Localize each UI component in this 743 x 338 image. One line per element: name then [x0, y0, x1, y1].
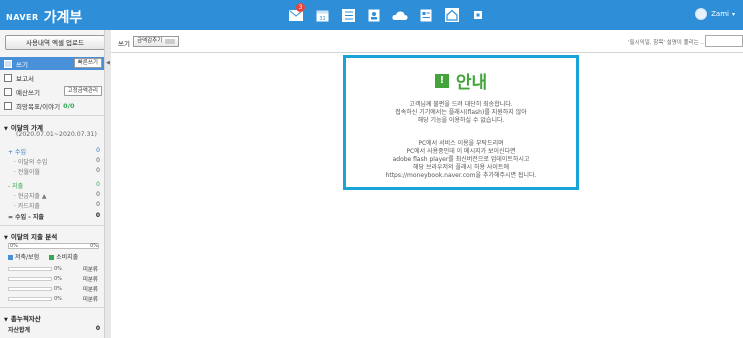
exclamation-icon: !	[434, 73, 449, 88]
sidebar: 사용내역 엑셀 업로드 쓰기 빠른쓰기 보고서 예산쓰기 고정금액관리 희망목표…	[0, 30, 111, 338]
hide-amount-button[interactable]: 금액감추기	[133, 36, 180, 47]
row-income: + 수입 0	[8, 147, 100, 156]
sidebar-item-budget[interactable]: 예산쓰기 고정금액관리	[0, 85, 104, 98]
chevron-down-icon: ▾	[731, 10, 735, 18]
divider	[0, 225, 104, 226]
notice-title: 안내	[455, 73, 488, 93]
mail-icon[interactable]: 3	[283, 3, 309, 24]
excel-upload-button[interactable]: 사용내역 엑셀 업로드	[5, 35, 105, 50]
quick-write-button[interactable]: 빠른쓰기	[73, 58, 102, 68]
user-menu[interactable]: Zami ▾	[695, 8, 735, 20]
triangle-down-icon: ▼	[4, 317, 8, 323]
notice-header: ! 안내	[346, 68, 576, 93]
mail-badge: 3	[296, 3, 305, 12]
pencil-icon	[4, 59, 12, 68]
divider	[0, 115, 104, 116]
legend-swatch	[49, 255, 55, 260]
triangle-down-icon: ▼	[4, 126, 8, 132]
search-input[interactable]	[705, 35, 743, 47]
budget-icon	[4, 87, 12, 96]
content-toolbar: 쓰기 금액감추기 '필시익일, 항목' 설명이 풀리는 ..	[111, 30, 743, 53]
row-balance: = 수입 - 지출 0	[8, 212, 100, 221]
sidebar-item-label: 보고서	[16, 74, 34, 83]
search-hint: '필시익일, 항목' 설명이 풀리는 ..	[628, 40, 704, 46]
cloud-icon[interactable]	[387, 6, 413, 24]
top-bar: NAVER 가계부 3 31 Zami ▾	[0, 0, 743, 30]
row-card-expense: · 카드지출 0	[14, 201, 100, 210]
progress-labels: 0% 0%	[10, 243, 98, 249]
sidebar-item-label: 예산쓰기	[16, 88, 40, 97]
category-row: 0% 미분류	[8, 295, 98, 303]
divider	[0, 307, 104, 308]
toolbar-label: 쓰기	[118, 40, 130, 48]
row-cash-expense: · 현금지출 ▲ 0	[14, 191, 100, 200]
spending-legend: 저축/보험 소비지출	[8, 252, 78, 261]
goal-count: 0/0	[63, 101, 75, 110]
sidebar-item-write[interactable]: 쓰기 빠른쓰기	[0, 57, 104, 70]
monthly-period: (2020.07.01~2020.07.31)	[16, 131, 97, 138]
report-icon	[4, 73, 12, 82]
calendar-icon[interactable]: 31	[309, 6, 335, 24]
naver-logo[interactable]: NAVER	[6, 13, 39, 22]
row-month-income: · 이달의 수입 0	[14, 157, 100, 166]
goal-icon	[4, 101, 12, 110]
list-icon[interactable]	[335, 6, 361, 24]
assets-section-title[interactable]: ▼ 총누적자산	[4, 313, 41, 323]
svg-text:31: 31	[319, 16, 325, 22]
sidebar-item-report[interactable]: 보고서	[0, 71, 104, 84]
toggle-icon	[165, 39, 176, 44]
analysis-section-title[interactable]: ▼ 이달의 지출 분석	[4, 231, 57, 241]
flash-notice: ! 안내 고객님께 불편을 드려 대단히 죄송합니다. 접속하신 기기에서는 플…	[343, 55, 579, 190]
row-assets-total: 자산합계 0	[8, 325, 100, 334]
row-carryover: · 전월이월 0	[14, 167, 100, 176]
legend-savings: 저축/보험	[8, 252, 39, 261]
brand[interactable]: NAVER 가계부	[6, 7, 82, 27]
sidebar-item-label: 희망목표/이야기	[16, 102, 61, 111]
fixed-amount-button[interactable]: 고정금액관리	[63, 86, 102, 96]
triangle-down-icon: ▼	[4, 235, 8, 241]
notice-paragraph-2: PC에서 서비스 이용을 부탁드리며 PC에서 사용중인데 이 메시지가 보이신…	[385, 140, 537, 179]
category-row: 0% 미분류	[8, 275, 98, 283]
row-expense: - 지출 0	[8, 181, 100, 190]
chevron-left-icon: ◀	[106, 60, 110, 66]
legend-swatch	[8, 255, 13, 260]
sidebar-item-label: 쓰기	[16, 60, 28, 69]
square-app-icon[interactable]	[465, 6, 491, 24]
app-title[interactable]: 가계부	[44, 7, 83, 27]
notice-paragraph-1: 고객님께 불편을 드려 대단히 죄송합니다. 접속하신 기기에서는 플래시(fl…	[395, 101, 527, 124]
memo-icon[interactable]	[413, 6, 439, 24]
contact-book-icon[interactable]	[361, 6, 387, 24]
moneybook-link[interactable]: https://moneybook.naver.com	[386, 172, 476, 179]
user-name: Zami	[711, 10, 729, 18]
sidebar-item-goal[interactable]: 희망목표/이야기 0/0	[0, 99, 104, 112]
home-icon[interactable]	[439, 6, 465, 24]
top-nav: 3 31	[283, 3, 491, 24]
category-row: 0% 미분류	[8, 285, 98, 293]
legend-consumption: 소비지출	[49, 252, 78, 261]
sidebar-collapse-handle[interactable]: ◀	[104, 30, 111, 338]
avatar	[695, 8, 708, 20]
category-row: 0% 미분류	[8, 265, 98, 273]
